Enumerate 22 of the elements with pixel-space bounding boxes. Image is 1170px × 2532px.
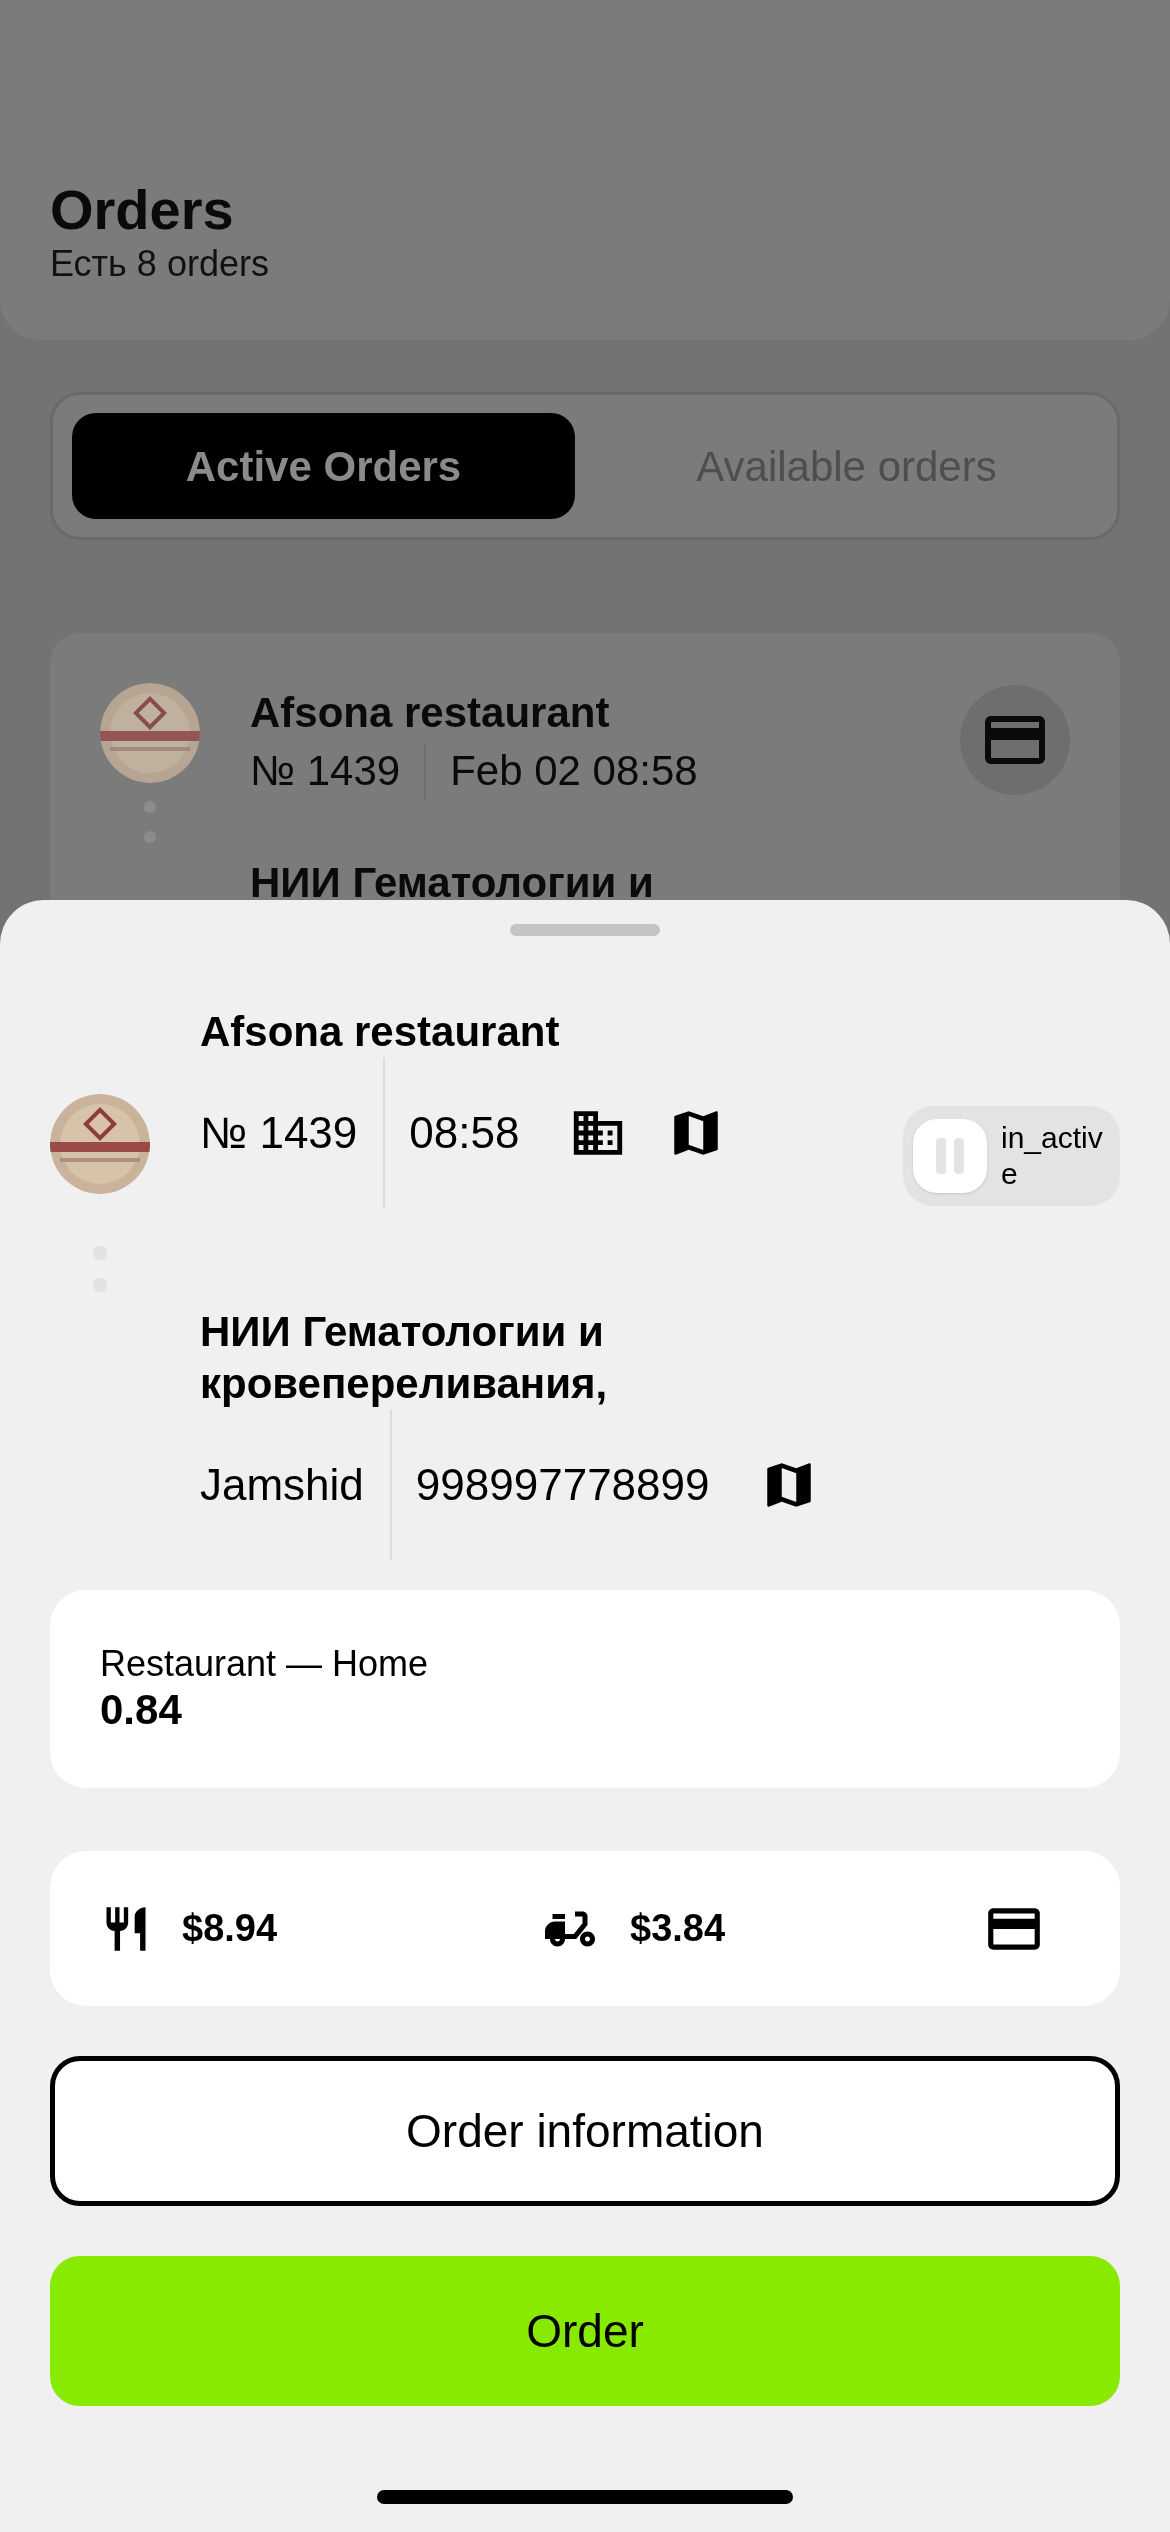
distance-label: Restaurant — Home (100, 1642, 430, 1686)
order-datetime: Feb 02 08:58 (450, 746, 698, 796)
customer-name: Jamshid (200, 1459, 365, 1511)
distance-value: 0.84 (100, 1686, 183, 1734)
tab[interactable]: Active Orders (72, 413, 575, 519)
restaurant-name: Afsona restaurant (250, 688, 611, 738)
order-number: № 1439 (250, 746, 401, 796)
order-count: Есть 8 orders (50, 242, 270, 286)
destination-name: НИИ Гематологии и (250, 858, 655, 908)
phone-number[interactable]: 998997778899 (391, 1452, 760, 1518)
destination-name: НИИ Гематологии и кровепереливания, (200, 1307, 609, 1409)
restaurant-name: Afsona restaurant (200, 1007, 561, 1057)
price-amount: $8.94 (182, 1906, 278, 1951)
order-button[interactable]: Order (50, 2256, 1120, 2406)
page-title: Orders (50, 178, 235, 242)
status-toggle[interactable]: in_active (903, 1106, 1120, 1206)
order-time: 08:58 (408, 1107, 521, 1159)
order-information-button[interactable]: Order information (50, 2056, 1120, 2206)
order-number: № 1439 (200, 1107, 359, 1159)
price-amount: $3.84 (630, 1906, 726, 1951)
drag-handle[interactable] (510, 924, 660, 936)
pause-icon (913, 1119, 987, 1193)
